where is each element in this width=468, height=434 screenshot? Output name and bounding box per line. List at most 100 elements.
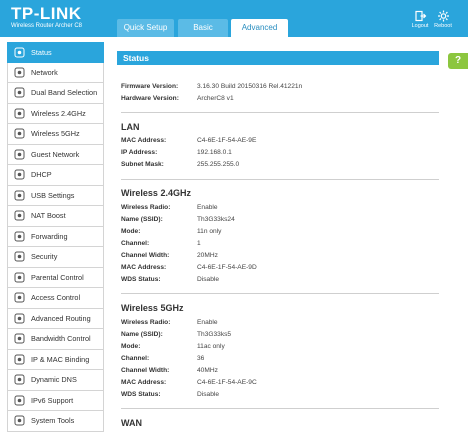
sidebar-item-label: System Tools [31,416,75,425]
routing-icon [14,313,25,323]
sidebar-item-access-control[interactable]: Access Control [7,288,104,309]
info-value: C4-6E-1F-54-AE-9C [197,379,257,386]
sidebar-item-dhcp[interactable]: DHCP [7,165,104,186]
lock-icon [14,251,25,262]
sidebar-item-forwarding[interactable]: Forwarding [7,226,104,247]
info-value: Th3G33ks24 [197,216,235,223]
info-value: Disable [197,391,219,398]
sidebar-item-label: NAT Boost [31,211,66,220]
info-label: Firmware Version: [121,83,179,90]
reboot-icon [437,10,449,22]
sidebar-item-label: Status [31,48,52,57]
info-label: MAC Address: [121,264,167,271]
info-label: Mode: [121,343,141,350]
guest-icon [14,149,25,159]
sidebar-item-label: DHCP [31,170,52,179]
dhcp-icon [14,169,25,180]
section-divider [121,293,439,294]
dual-band-icon [14,87,25,98]
sidebar-item-label: IPv6 Support [31,395,74,405]
sidebar-item-usb-settings[interactable]: USB Settings [7,185,104,206]
info-value: 36 [197,355,205,362]
info-label: Name (SSID): [121,331,163,338]
wifi-icon [14,128,25,139]
logout-icon [414,10,426,22]
info-value: ArcherC8 v1 [197,95,234,102]
sidebar-item-dual-band-selection[interactable]: Dual Band Selection [7,83,104,104]
sidebar-item-bandwidth-control[interactable]: Bandwidth Control [7,329,104,350]
info-label: Subnet Mask: [121,161,164,168]
sidebar-item-wireless-2-4ghz[interactable]: Wireless 2.4GHz [7,103,104,124]
info-value: 255.255.255.0 [197,161,240,168]
section-title-wireless-5: Wireless 5GHz [121,303,184,313]
parental-icon [14,272,25,282]
sidebar-item-label: Dynamic DNS [31,375,77,384]
page-title: Status [117,51,439,65]
dns-icon [14,374,25,385]
nat-boost-icon [14,210,25,221]
sidebar-item-label: Dual Band Selection [31,88,98,97]
sidebar-item-dynamic-dns[interactable]: Dynamic DNS [7,370,104,391]
info-value: Disable [197,276,219,283]
info-label: Name (SSID): [121,216,163,223]
tab-advanced[interactable]: Advanced [231,19,288,37]
tab-basic[interactable]: Basic [178,19,228,37]
info-value: Th3G33ks5 [197,331,232,338]
info-label: Mode: [121,228,141,235]
sidebar-item-nat-boost[interactable]: NAT Boost [7,206,104,227]
section-title-wan: WAN [121,418,142,428]
sidebar-item-network[interactable]: Network [7,62,104,83]
access-control-icon [14,292,25,303]
sidebar-item-label: Wireless 5GHz [31,129,80,138]
info-value: 40MHz [197,367,218,374]
section-divider [121,179,439,180]
info-label: Channel: [121,355,150,362]
info-label: MAC Address: [121,379,167,386]
sidebar: Status Network Dual Band Selection Wireless… [7,42,104,434]
sidebar-item-guest-network[interactable]: Guest Network [7,144,104,165]
sidebar-item-advanced-routing[interactable]: Advanced Routing [7,308,104,329]
info-label: Wireless Radio: [121,319,171,326]
sidebar-item-label: Guest Network [31,149,80,159]
sidebar-item-label: Wireless 2.4GHz [31,108,86,118]
wifi-icon [14,108,25,118]
sidebar-item-system-tools[interactable]: System Tools [7,411,104,432]
main-content: Status Firmware Version: 3.16.30 Build 2… [117,42,455,434]
logout-label: Logout [411,23,429,29]
sidebar-item-wireless-5ghz[interactable]: Wireless 5GHz [7,124,104,145]
info-value: 11ac only [197,343,225,350]
info-label: MAC Address: [121,137,167,144]
sidebar-item-security[interactable]: Security [7,247,104,268]
sidebar-item-label: Security [31,252,58,261]
info-value: Enable [197,319,218,326]
sidebar-item-label: USB Settings [31,190,75,200]
info-label: IP Address: [121,149,158,156]
info-label: Channel Width: [121,252,170,259]
info-label: Channel: [121,240,150,247]
info-label: WDS Status: [121,276,161,283]
reboot-label: Reboot [434,23,452,29]
sidebar-item-label: Access Control [31,293,81,302]
info-value: C4-6E-1F-54-AE-9D [197,264,257,271]
sidebar-item-label: Advanced Routing [31,313,91,323]
header-bar: TP-LINK Wireless Router Archer C8 Quick … [0,0,468,37]
sidebar-item-label: Bandwidth Control [31,334,91,343]
tab-quick-setup[interactable]: Quick Setup [117,19,174,37]
sidebar-item-parental-control[interactable]: Parental Control [7,267,104,288]
sidebar-item-status[interactable]: Status [7,42,104,63]
tools-icon [14,415,25,426]
section-divider [121,112,439,113]
sidebar-item-ip-mac-binding[interactable]: IP & MAC Binding [7,349,104,370]
bandwidth-icon [14,333,25,344]
reboot-button[interactable]: Reboot [430,10,456,29]
info-label: Hardware Version: [121,95,179,102]
info-value: 3.16.30 Build 20150316 Rel.41221n [197,83,303,90]
sidebar-item-label: Network [31,67,58,77]
usb-icon [14,190,25,200]
info-label: Wireless Radio: [121,204,171,211]
section-divider [121,408,439,409]
status-icon [14,47,25,58]
info-label: Channel Width: [121,367,170,374]
sidebar-item-ipv6-support[interactable]: IPv6 Support [7,390,104,411]
info-value: 11n only [197,228,222,235]
